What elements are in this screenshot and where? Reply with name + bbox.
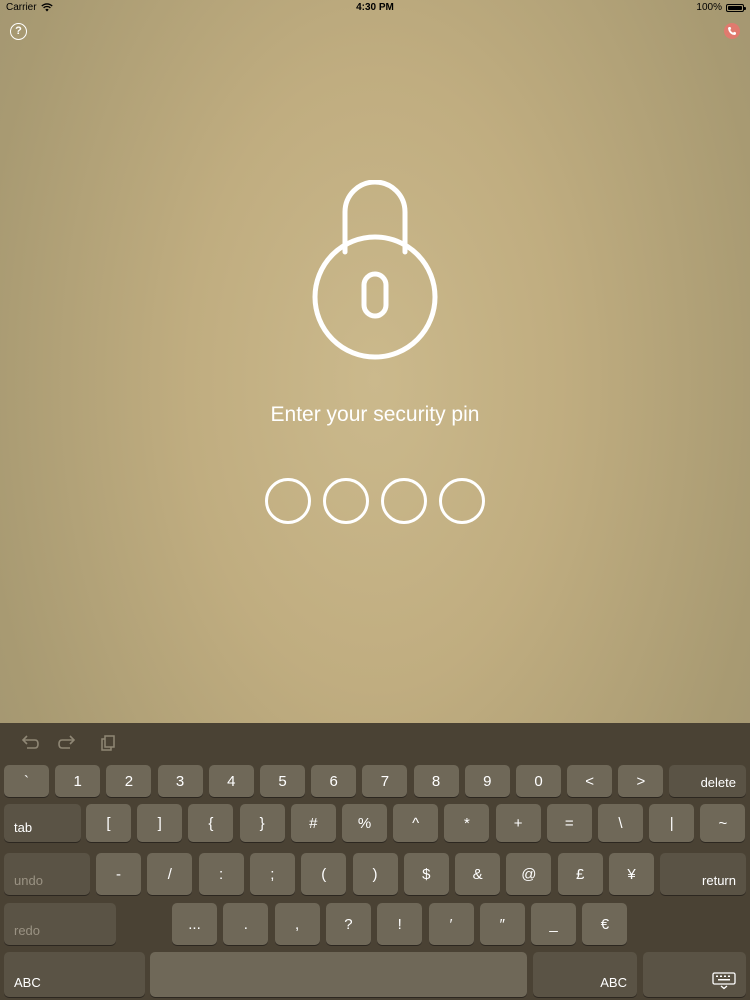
- key[interactable]: ?: [325, 903, 371, 945]
- abc-key-right[interactable]: ABC: [533, 952, 637, 997]
- key[interactable]: !: [377, 903, 423, 945]
- phone-icon: [728, 27, 736, 35]
- redo-icon[interactable]: [57, 733, 79, 755]
- key[interactable]: `: [4, 765, 49, 797]
- undo-key[interactable]: undo: [4, 853, 90, 895]
- battery-icon: [726, 3, 746, 12]
- key[interactable]: :: [198, 853, 244, 895]
- key[interactable]: ;: [249, 853, 295, 895]
- key[interactable]: ]: [137, 804, 183, 842]
- key[interactable]: ~: [700, 804, 746, 842]
- key[interactable]: *: [444, 804, 490, 842]
- key[interactable]: ¥: [609, 853, 654, 895]
- key[interactable]: 2: [106, 765, 152, 797]
- key[interactable]: £: [557, 853, 603, 895]
- key[interactable]: &: [455, 853, 501, 895]
- key[interactable]: @: [506, 853, 552, 895]
- lock-icon: [312, 180, 438, 360]
- key[interactable]: ′: [428, 903, 474, 945]
- key[interactable]: 4: [208, 765, 254, 797]
- key[interactable]: >: [618, 765, 664, 797]
- key[interactable]: }: [239, 804, 285, 842]
- pin-prompt: Enter your security pin: [270, 403, 480, 426]
- call-button[interactable]: [724, 23, 740, 39]
- key[interactable]: +: [495, 804, 541, 842]
- redo-key[interactable]: redo: [4, 903, 116, 945]
- keyboard: ` 1 2 3 4 5 6 7 8 9 0 < > delete tab[]{} #% ^ * + = \ | ~ undo -…: [0, 723, 750, 1000]
- key[interactable]: $: [403, 853, 449, 895]
- pin-dot: [381, 478, 427, 524]
- key[interactable]: [: [86, 804, 131, 842]
- key[interactable]: ^: [393, 804, 439, 842]
- key[interactable]: 3: [157, 765, 203, 797]
- key[interactable]: 6: [311, 765, 357, 797]
- pin-indicator: [0, 478, 750, 524]
- undo-icon[interactable]: [18, 733, 40, 755]
- pin-dot: [439, 478, 485, 524]
- status-time: 4:30 PM: [356, 2, 394, 13]
- keyboard-toolbar: [0, 723, 750, 763]
- key[interactable]: (: [301, 853, 347, 895]
- return-key[interactable]: return: [660, 853, 746, 895]
- status-right: 100%: [696, 2, 746, 13]
- key[interactable]: 7: [362, 765, 408, 797]
- key[interactable]: ...: [172, 903, 217, 945]
- key[interactable]: 1: [55, 765, 101, 797]
- battery-percent: 100%: [696, 2, 722, 13]
- key[interactable]: =: [546, 804, 592, 842]
- key[interactable]: €: [582, 903, 628, 945]
- pin-dot: [323, 478, 369, 524]
- key[interactable]: -: [96, 853, 141, 895]
- key[interactable]: _: [531, 903, 577, 945]
- abc-key-left[interactable]: ABC: [4, 952, 145, 997]
- key[interactable]: /: [147, 853, 193, 895]
- key[interactable]: 0: [516, 765, 561, 797]
- key[interactable]: ,: [274, 903, 320, 945]
- key[interactable]: 5: [260, 765, 305, 797]
- key[interactable]: .: [223, 903, 269, 945]
- keyboard-dismiss-button[interactable]: [643, 952, 746, 997]
- key[interactable]: |: [649, 804, 695, 842]
- pin-dot: [265, 478, 311, 524]
- paste-icon[interactable]: [97, 733, 119, 755]
- key[interactable]: ): [352, 853, 398, 895]
- key[interactable]: \: [598, 804, 643, 842]
- key[interactable]: #: [290, 804, 336, 842]
- keyboard-dismiss-icon: [712, 972, 736, 990]
- key[interactable]: ″: [479, 903, 525, 945]
- key[interactable]: <: [567, 765, 613, 797]
- tab-key[interactable]: tab: [4, 804, 81, 842]
- key[interactable]: 9: [464, 765, 510, 797]
- space-key[interactable]: [150, 952, 527, 997]
- key[interactable]: 8: [413, 765, 459, 797]
- status-bar: Carrier 4:30 PM 100%: [0, 0, 750, 16]
- key[interactable]: %: [342, 804, 387, 842]
- delete-key[interactable]: delete: [669, 765, 746, 797]
- key[interactable]: {: [188, 804, 234, 842]
- help-button[interactable]: ?: [10, 23, 27, 40]
